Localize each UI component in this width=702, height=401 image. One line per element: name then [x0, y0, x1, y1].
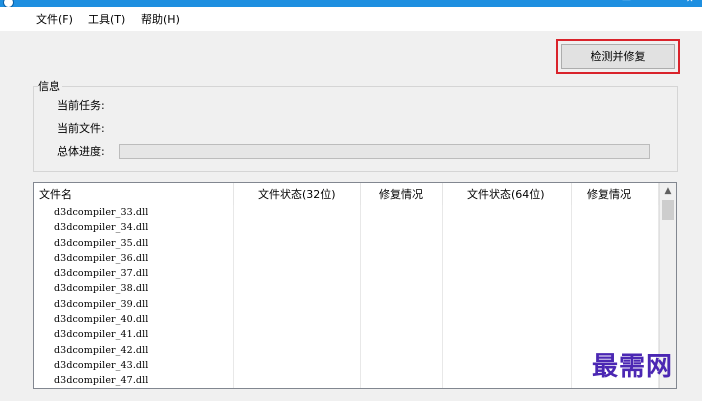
detect-and-fix-button[interactable]: 检测并修复 [561, 44, 675, 69]
table-row[interactable]: d3dcompiler_34.dll [34, 220, 659, 235]
filename-cell: d3dcompiler_39.dll [54, 298, 149, 310]
filename-cell: d3dcompiler_47.dll [54, 375, 149, 387]
column-header-status-32[interactable]: 文件状态(32位) [258, 188, 336, 201]
header-divider [571, 183, 572, 205]
close-button[interactable]: ✕ [686, 0, 694, 5]
filename-cell: d3dcompiler_33.dll [54, 207, 149, 218]
table-row[interactable]: d3dcompiler_33.dll [34, 205, 659, 220]
table-row[interactable]: d3dcompiler_39.dll [34, 297, 659, 312]
table-row[interactable]: d3dcompiler_35.dll [34, 236, 659, 251]
column-header-repair-32[interactable]: 修复情况 [379, 188, 423, 201]
table-body: d3dcompiler_33.dll d3dcompiler_34.dll d3… [34, 205, 659, 388]
filename-cell: d3dcompiler_38.dll [54, 283, 149, 295]
title-bar: — ✕ [0, 0, 702, 8]
overall-progress-bar [119, 144, 650, 159]
filename-cell: d3dcompiler_43.dll [54, 359, 149, 371]
filename-cell: d3dcompiler_36.dll [54, 252, 149, 264]
menu-bar: 文件(F) 工具(T) 帮助(H) [0, 7, 702, 31]
table-row[interactable]: d3dcompiler_36.dll [34, 251, 659, 266]
menu-help[interactable]: 帮助(H) [141, 13, 180, 26]
current-file-label: 当前文件: [57, 122, 105, 135]
file-table: 文件名 文件状态(32位) 修复情况 文件状态(64位) 修复情况 d3dcom… [33, 182, 677, 389]
menu-tools[interactable]: 工具(T) [88, 13, 125, 26]
scroll-thumb[interactable] [662, 200, 674, 220]
filename-cell: d3dcompiler_42.dll [54, 344, 149, 356]
filename-cell: d3dcompiler_40.dll [54, 314, 149, 326]
table-row[interactable]: d3dcompiler_47.dll [34, 373, 659, 388]
table-row[interactable]: d3dcompiler_38.dll [34, 281, 659, 296]
overall-progress-label: 总体进度: [57, 145, 105, 158]
header-divider [360, 183, 361, 205]
minimize-button[interactable]: — [622, 0, 631, 5]
header-divider [233, 183, 234, 205]
menu-file[interactable]: 文件(F) [36, 13, 73, 26]
column-header-status-64[interactable]: 文件状态(64位) [467, 188, 545, 201]
filename-cell: d3dcompiler_34.dll [54, 222, 149, 234]
filename-cell: d3dcompiler_37.dll [54, 268, 149, 280]
table-row[interactable]: d3dcompiler_43.dll [34, 358, 659, 373]
filename-cell: d3dcompiler_41.dll [54, 329, 149, 341]
filename-cell: d3dcompiler_35.dll [54, 237, 149, 249]
fix-button-highlight: 检测并修复 [556, 39, 680, 74]
info-group [33, 86, 678, 172]
watermark-logo: 最需网 [592, 352, 674, 382]
info-group-label: 信息 [38, 80, 62, 93]
table-header: 文件名 文件状态(32位) 修复情况 文件状态(64位) 修复情况 [34, 183, 659, 205]
column-header-filename[interactable]: 文件名 [39, 188, 72, 201]
table-row[interactable]: d3dcompiler_42.dll [34, 343, 659, 358]
column-header-repair-64[interactable]: 修复情况 [587, 188, 631, 201]
table-row[interactable]: d3dcompiler_37.dll [34, 266, 659, 281]
table-row[interactable]: d3dcompiler_40.dll [34, 312, 659, 327]
table-row[interactable]: d3dcompiler_41.dll [34, 327, 659, 342]
scroll-up-icon[interactable]: ▲ [660, 183, 676, 199]
current-task-label: 当前任务: [57, 99, 105, 112]
header-divider [442, 183, 443, 205]
